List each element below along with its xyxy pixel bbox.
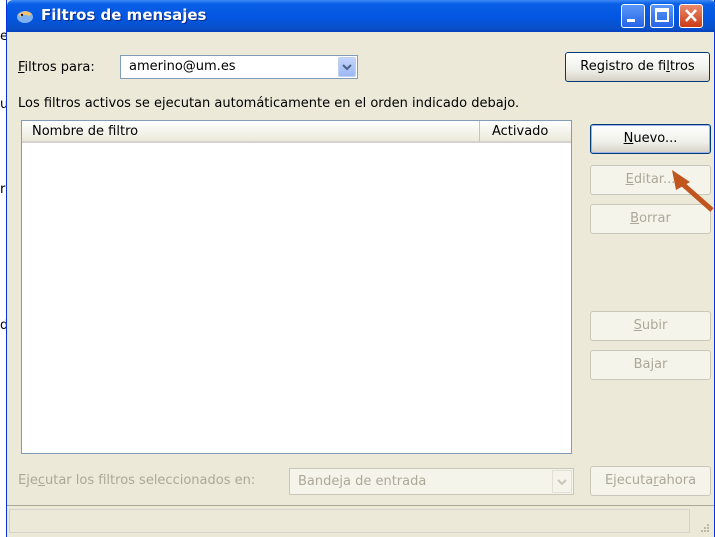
window-title: Filtros de mensajes [41, 6, 207, 24]
column-header-enabled[interactable]: Activado [480, 121, 571, 143]
account-select-value: amerino@um.es [129, 59, 236, 74]
filter-log-label: Registro de filtros [580, 59, 695, 74]
chevron-down-icon[interactable] [338, 57, 356, 77]
close-button[interactable] [679, 4, 703, 28]
filter-list[interactable]: Nombre de filtro Activado [21, 120, 572, 454]
resize-grip-icon[interactable] [698, 521, 710, 533]
move-up-label: Subir [633, 318, 668, 333]
maximize-button[interactable] [650, 4, 674, 28]
chevron-down-icon[interactable] [552, 470, 572, 493]
thunderbird-icon [15, 6, 35, 26]
new-filter-label: Nuevo... [623, 131, 678, 146]
filters-for-label: Filtros para: [18, 60, 95, 75]
move-up-button[interactable]: Subir [590, 311, 711, 341]
run-folder-value: Bandeja de entrada [298, 474, 427, 489]
filter-log-button[interactable]: Registro de filtros [565, 52, 710, 82]
account-select[interactable]: amerino@um.es [120, 55, 358, 79]
close-icon [685, 9, 697, 22]
title-bar[interactable]: Filtros de mensajes [7, 0, 715, 32]
run-selected-label: Ejecutar los filtros seleccionados en: [18, 473, 256, 488]
new-filter-button[interactable]: Nuevo... [590, 124, 711, 154]
info-text: Los filtros activos se ejecutan automáti… [18, 96, 520, 111]
status-bar [7, 505, 714, 537]
run-now-button[interactable]: Ejecutar ahora [590, 466, 711, 496]
minimize-icon [627, 19, 635, 22]
move-down-button[interactable]: Bajar [590, 350, 711, 380]
minimize-button[interactable] [621, 4, 645, 28]
move-down-label: Bajar [633, 357, 668, 372]
maximize-icon [655, 8, 669, 22]
run-now-label: Ejecutar ahora [604, 473, 697, 488]
status-panel [9, 509, 690, 533]
pointer-arrow-icon [672, 170, 714, 212]
column-header-name[interactable]: Nombre de filtro [22, 121, 480, 143]
filters-dialog: Filtros de mensajes Filtros para: amerin… [6, 0, 715, 537]
run-folder-select[interactable]: Bandeja de entrada [289, 468, 574, 495]
